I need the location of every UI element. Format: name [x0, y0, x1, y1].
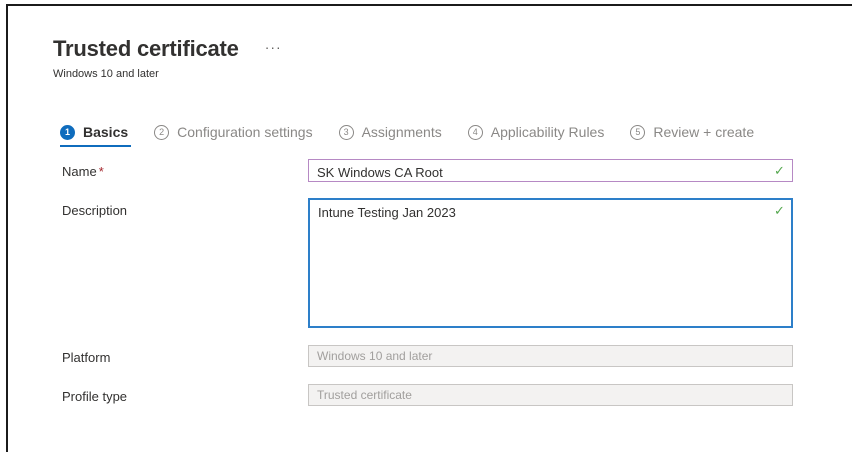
profile-type-field: Trusted certificate [308, 384, 793, 406]
checkmark-icon: ✓ [774, 203, 785, 218]
step-applicability-rules[interactable]: 4 Applicability Rules [467, 120, 605, 144]
step-label: Applicability Rules [490, 124, 605, 140]
step-label: Assignments [361, 124, 442, 140]
more-options-button[interactable]: ··· [265, 39, 282, 55]
platform-field: Windows 10 and later [308, 345, 793, 367]
step-number-icon: 3 [338, 124, 354, 140]
step-label: Review + create [653, 124, 755, 140]
description-textarea[interactable]: Intune Testing Jan 2023 [308, 198, 793, 328]
step-assignments[interactable]: 3 Assignments [338, 120, 442, 144]
page-header: Trusted certificate ··· [53, 36, 282, 62]
page-subtitle: Windows 10 and later [53, 68, 159, 80]
step-label: Basics [83, 124, 129, 140]
checkmark-icon: ✓ [774, 163, 785, 178]
step-number-icon: 2 [154, 124, 170, 140]
name-label: Name * [62, 164, 104, 179]
platform-label: Platform [62, 350, 111, 365]
step-configuration-settings[interactable]: 2 Configuration settings [154, 120, 313, 144]
wizard-steps: 1 Basics 2 Configuration settings 3 Assi… [60, 120, 780, 147]
description-label: Description [62, 203, 128, 218]
step-review-create[interactable]: 5 Review + create [630, 120, 754, 144]
step-basics[interactable]: 1 Basics [60, 120, 132, 147]
page-title: Trusted certificate [53, 36, 239, 61]
name-label-text: Name [62, 164, 97, 179]
required-marker: * [98, 164, 104, 179]
name-input[interactable] [308, 159, 793, 182]
step-number-icon: 5 [630, 124, 646, 140]
step-number-icon: 1 [60, 124, 75, 140]
profile-type-label: Profile type [62, 389, 128, 404]
step-label: Configuration settings [177, 124, 313, 140]
step-number-icon: 4 [467, 124, 483, 140]
